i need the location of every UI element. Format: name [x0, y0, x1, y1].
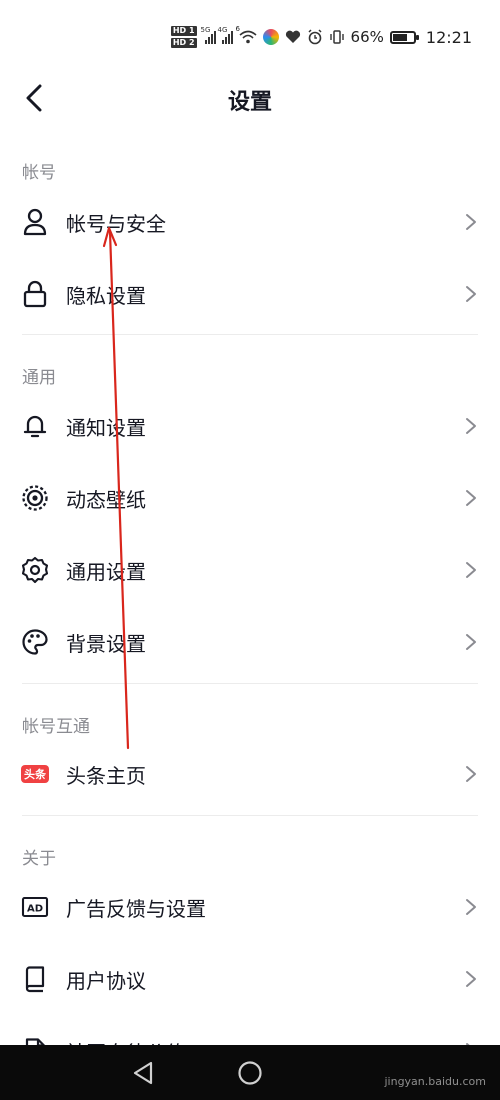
page-title: 设置 [227, 90, 272, 115]
settings-item-notifications[interactable]: 通知设置 [0, 394, 500, 458]
chevron-right-icon [466, 634, 476, 650]
toutiao-icon: 头条 [20, 759, 50, 789]
settings-item-label: 头条主页 [66, 763, 146, 788]
settings-item-privacy[interactable]: 隐私设置 [0, 262, 500, 326]
user-icon [20, 207, 50, 237]
system-nav-bar: jingyan.baidu.com [0, 1045, 500, 1100]
section-divider [22, 334, 478, 335]
app-notification-icon [262, 29, 279, 45]
battery-fill [392, 33, 408, 41]
section-divider [22, 815, 478, 816]
palette-icon [20, 627, 50, 657]
section-title-general: 通用 [22, 368, 56, 388]
settings-item-label: 隐私设置 [66, 283, 146, 308]
toutiao-badge: 头条 [21, 765, 49, 783]
wifi-icon: 6 [236, 25, 257, 44]
settings-item-label: 通知设置 [66, 415, 146, 440]
chevron-right-icon [466, 971, 476, 987]
settings-item-live-wallpaper[interactable]: 动态壁纸 [0, 466, 500, 530]
status-icons: HD 1 HD 2 5G 4G 6 66% 12:21 [170, 25, 472, 48]
settings-item-label: 通用设置 [66, 559, 146, 584]
settings-item-label: 动态壁纸 [66, 487, 146, 512]
settings-item-label: 用户协议 [66, 968, 146, 993]
gear-icon [20, 555, 50, 585]
signal-icon-2: 4G [218, 26, 233, 44]
section-title-linked-accounts: 帐号互通 [22, 717, 90, 737]
live-wallpaper-icon [20, 483, 50, 513]
ad-icon: AD [20, 892, 50, 922]
network-type-1: 5G [200, 26, 211, 34]
header: 设置 [0, 72, 500, 122]
chevron-right-icon [466, 899, 476, 915]
alarm-icon [308, 29, 322, 45]
signal-icon-1: 5G [201, 26, 216, 44]
watermark: jingyan.baidu.com [384, 1075, 486, 1088]
hd1-badge: HD 1 [170, 26, 197, 36]
nav-home-icon[interactable] [236, 1059, 264, 1087]
section-title-account: 帐号 [22, 163, 56, 183]
book-icon [20, 964, 50, 994]
settings-item-user-agreement[interactable]: 用户协议 [0, 947, 500, 1011]
settings-item-label: 背景设置 [66, 631, 146, 656]
section-divider [22, 683, 478, 684]
bell-icon [20, 411, 50, 441]
status-time: 12:21 [425, 27, 472, 47]
wifi-badge: 6 [235, 25, 241, 33]
settings-item-label: 帐号与安全 [66, 211, 166, 236]
chevron-right-icon [466, 766, 476, 782]
chevron-right-icon [466, 214, 476, 230]
chevron-right-icon [466, 490, 476, 506]
hd2-badge: HD 2 [170, 38, 197, 48]
battery-percent: 66% [350, 28, 384, 46]
chevron-right-icon [466, 286, 476, 302]
chevron-right-icon [466, 562, 476, 578]
settings-item-general-settings[interactable]: 通用设置 [0, 538, 500, 602]
section-title-about: 关于 [22, 849, 56, 869]
vibrate-icon [329, 30, 344, 44]
settings-item-toutiao-home[interactable]: 头条 头条主页 [0, 742, 500, 806]
battery-icon [389, 30, 419, 44]
lock-icon [20, 279, 50, 309]
settings-item-label: 广告反馈与设置 [66, 896, 206, 921]
settings-item-background[interactable]: 背景设置 [0, 610, 500, 674]
ad-badge-text: AD [27, 904, 43, 915]
status-bar: HD 1 HD 2 5G 4G 6 66% 12:21 [0, 0, 500, 72]
chevron-right-icon [466, 418, 476, 434]
settings-item-account-security[interactable]: 帐号与安全 [0, 190, 500, 254]
nav-back-icon[interactable] [130, 1059, 158, 1087]
heart-icon [285, 30, 300, 43]
hd-indicators: HD 1 HD 2 [170, 26, 197, 48]
settings-item-ad-feedback[interactable]: AD 广告反馈与设置 [0, 875, 500, 939]
network-type-2: 4G [217, 26, 228, 34]
